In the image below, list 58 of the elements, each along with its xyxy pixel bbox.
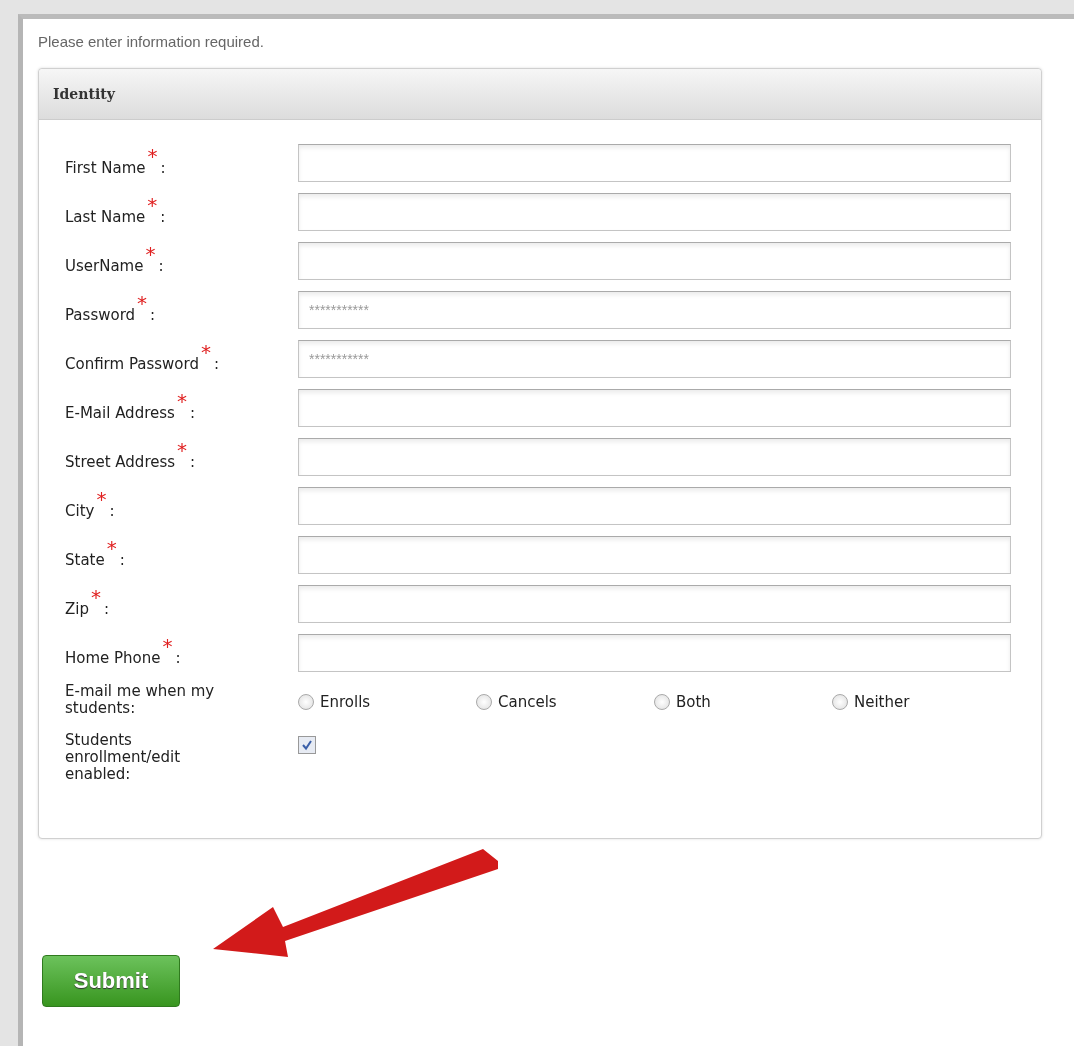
required-mark: * <box>162 634 173 658</box>
colon-text: : <box>109 502 115 520</box>
field-label: Password <box>65 306 136 324</box>
required-mark: * <box>106 536 117 560</box>
colon-text: : <box>189 404 195 422</box>
instruction-text: Please enter information required. <box>38 33 265 50</box>
required-mark: * <box>147 144 158 168</box>
required-mark: * <box>90 585 101 609</box>
field-label: Students enrollment/edit enabled: <box>65 732 182 783</box>
field-label: First Name <box>65 159 146 177</box>
field-label: Confirm Password <box>65 355 199 373</box>
required-mark: * <box>137 291 148 315</box>
radio-button[interactable] <box>476 694 492 710</box>
colon-text: : <box>150 306 156 324</box>
text-field[interactable] <box>298 634 1011 672</box>
text-field[interactable] <box>298 389 1011 427</box>
text-field[interactable] <box>298 487 1011 525</box>
required-mark: * <box>176 389 187 413</box>
field-label: E-Mail Address <box>65 404 175 422</box>
field-label: Zip <box>65 600 89 618</box>
radio-label[interactable]: Enrolls <box>320 693 371 711</box>
radio-button[interactable] <box>654 694 670 710</box>
field-label: State <box>65 551 105 569</box>
radio-button[interactable] <box>298 694 314 710</box>
check-icon <box>301 739 313 751</box>
panel-title: Identity <box>53 86 115 102</box>
colon-text: : <box>160 159 166 177</box>
required-mark: * <box>147 193 158 217</box>
colon-text: : <box>213 355 219 373</box>
radio-label[interactable]: Cancels <box>498 693 557 711</box>
required-mark: * <box>145 242 156 266</box>
text-field[interactable] <box>298 438 1011 476</box>
password-field[interactable]: *********** <box>298 291 1011 329</box>
required-mark: * <box>177 438 188 462</box>
colon-text: : <box>190 453 196 471</box>
checkbox[interactable] <box>298 736 316 754</box>
text-field[interactable] <box>298 536 1011 574</box>
field-label: Street Address <box>65 453 176 471</box>
colon-text: : <box>158 257 164 275</box>
text-field[interactable] <box>298 193 1011 231</box>
field-label: UserName <box>65 257 144 275</box>
text-field[interactable] <box>298 242 1011 280</box>
password-field[interactable]: *********** <box>298 340 1011 378</box>
field-label: City <box>65 502 95 520</box>
colon-text: : <box>175 649 181 667</box>
colon-text: : <box>119 551 125 569</box>
radio-label[interactable]: Neither <box>854 693 910 711</box>
required-mark: * <box>96 487 107 511</box>
colon-text: : <box>103 600 110 618</box>
text-field[interactable] <box>298 144 1011 182</box>
radio-label[interactable]: Both <box>676 693 711 711</box>
field-label: Home Phone <box>65 649 161 667</box>
radio-button[interactable] <box>832 694 848 710</box>
field-label: Last Name <box>65 208 146 226</box>
colon-text: : <box>160 208 166 226</box>
required-mark: * <box>200 340 211 364</box>
field-label: E-mail me when my students: <box>65 683 216 717</box>
text-field[interactable] <box>298 585 1011 623</box>
